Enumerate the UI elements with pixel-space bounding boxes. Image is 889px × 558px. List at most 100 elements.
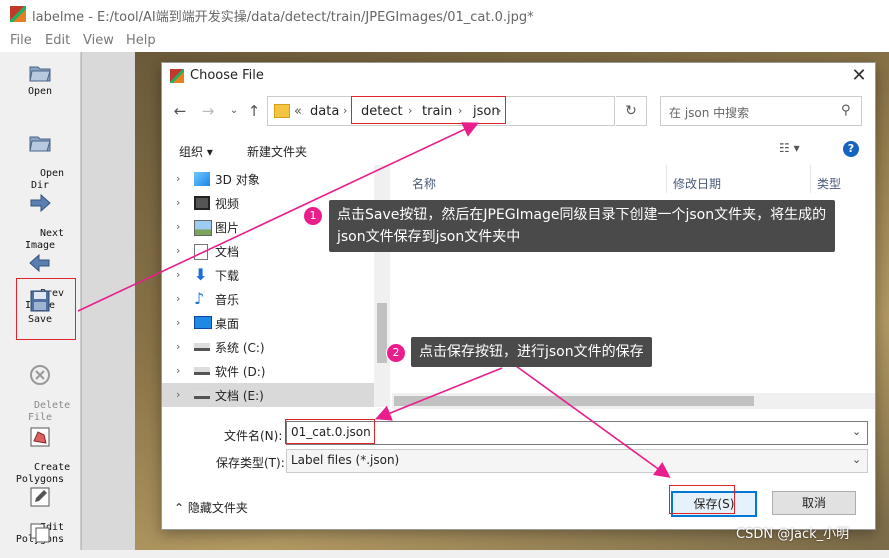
recent-chevron-icon[interactable]: ⌄ bbox=[224, 101, 244, 121]
nav-item-label: 桌面 bbox=[215, 317, 240, 331]
highlight-save-tool bbox=[16, 278, 76, 340]
chevron-right-icon: › bbox=[176, 268, 181, 281]
column-name[interactable]: 名称 bbox=[412, 175, 436, 192]
column-divider bbox=[810, 165, 811, 193]
highlight-save-button bbox=[669, 485, 735, 514]
step-callout-2: 点击保存按钮，进行json文件的保存 bbox=[411, 337, 652, 367]
column-divider bbox=[666, 165, 667, 193]
nav-item-label: 软件 (D:) bbox=[215, 365, 266, 379]
chevron-right-icon: › bbox=[176, 364, 181, 377]
nav-item-desktop[interactable]: › 桌面 bbox=[162, 311, 374, 335]
refresh-icon[interactable]: ↻ bbox=[616, 96, 647, 126]
watermark: CSDN @Jack_小明 bbox=[736, 527, 850, 542]
picture-icon bbox=[194, 220, 212, 236]
open-button[interactable]: Open bbox=[2, 62, 78, 98]
step-callout-1: 点击Save按钮，然后在JPEGImage同级目录下创建一个json文件夹，将生… bbox=[329, 200, 835, 252]
arrow-left-icon bbox=[29, 253, 50, 273]
copy-icon bbox=[30, 523, 50, 543]
column-modified[interactable]: 修改日期 bbox=[673, 175, 721, 192]
dialog-app-icon bbox=[170, 69, 184, 83]
music-icon: ♪ bbox=[194, 289, 205, 308]
back-arrow-icon[interactable]: ← bbox=[170, 101, 190, 121]
window-titlebar: labelme - E:/tool/AI端到端开发实操/data/detect/… bbox=[0, 0, 889, 28]
nav-item-label: 下载 bbox=[215, 269, 240, 283]
column-type[interactable]: 类型 bbox=[817, 175, 841, 192]
chevron-right-icon: › bbox=[176, 292, 181, 305]
help-icon[interactable]: ? bbox=[843, 141, 859, 157]
chevron-right-icon: › bbox=[176, 340, 181, 353]
search-placeholder: 在 json 中搜索 bbox=[669, 106, 750, 120]
step-badge-1: 1 bbox=[303, 206, 323, 226]
nav-item-label: 图片 bbox=[215, 221, 240, 235]
close-icon[interactable]: ✕ bbox=[848, 65, 870, 87]
nav-item-3d-objects[interactable]: › 3D 对象 bbox=[162, 167, 374, 191]
hide-folders-toggle[interactable]: ⌃ 隐藏文件夹 bbox=[174, 499, 248, 516]
cube-icon bbox=[194, 172, 210, 186]
up-arrow-icon[interactable]: ↑ bbox=[244, 101, 264, 121]
chevron-down-icon[interactable]: ⌄ bbox=[852, 425, 861, 438]
chevron-right-icon: › bbox=[176, 244, 181, 257]
chevron-down-icon[interactable]: ⌄ bbox=[852, 453, 861, 466]
dialog-title: Choose File bbox=[190, 68, 264, 83]
nav-item-drive-c[interactable]: › 系统 (C:) bbox=[162, 335, 374, 359]
filename-label: 文件名(N): bbox=[224, 429, 283, 443]
menu-help[interactable]: Help bbox=[126, 33, 156, 48]
nav-item-drive-e[interactable]: › 文档 (E:) bbox=[162, 383, 374, 407]
edit-icon bbox=[30, 487, 50, 507]
desktop-icon bbox=[194, 316, 212, 329]
folder-icon bbox=[274, 104, 290, 118]
nav-item-label: 文档 (E:) bbox=[215, 389, 264, 403]
organize-button[interactable]: 组织 ▾ bbox=[179, 143, 213, 160]
drive-icon bbox=[194, 367, 210, 375]
choose-file-dialog: Choose File ✕ ← → ⌄ ↑ « data › detect › … bbox=[161, 62, 876, 530]
open-label: Open bbox=[27, 86, 53, 97]
chevron-right-icon: › bbox=[176, 196, 181, 209]
new-folder-button[interactable]: 新建文件夹 bbox=[247, 143, 307, 160]
labelme-app-icon bbox=[10, 6, 26, 22]
nav-item-drive-d[interactable]: › 软件 (D:) bbox=[162, 359, 374, 383]
chevron-up-icon: ⌃ bbox=[174, 501, 185, 515]
step-badge-2: 2 bbox=[386, 343, 406, 363]
search-input[interactable]: 在 json 中搜索 ⚲ bbox=[660, 96, 862, 126]
drive-icon bbox=[194, 343, 210, 351]
nav-item-downloads[interactable]: › ⬇ 下载 bbox=[162, 263, 374, 287]
chevron-right-icon: › bbox=[176, 220, 181, 233]
window-title: labelme - E:/tool/AI端到端开发实操/data/detect/… bbox=[32, 10, 534, 25]
download-icon: ⬇ bbox=[194, 265, 208, 284]
view-options-icon[interactable]: ☷ ▾ bbox=[779, 141, 800, 155]
nav-item-label: 音乐 bbox=[215, 293, 240, 307]
document-icon bbox=[194, 244, 208, 260]
filetype-select[interactable]: Label files (*.json) ⌄ bbox=[286, 449, 868, 473]
command-bar: 组织 ▾ 新建文件夹 bbox=[162, 137, 875, 163]
nav-item-music[interactable]: › ♪ 音乐 bbox=[162, 287, 374, 311]
chevron-right-icon: › bbox=[176, 172, 181, 185]
hide-folders-label: 隐藏文件夹 bbox=[187, 501, 248, 515]
nav-item-label: 系统 (C:) bbox=[215, 341, 265, 355]
menu-edit[interactable]: Edit bbox=[45, 33, 70, 48]
chevron-right-icon: › bbox=[176, 316, 181, 329]
highlight-address-path bbox=[351, 96, 506, 124]
horizontal-scroll-thumb[interactable] bbox=[394, 396, 754, 406]
nav-item-label: 视频 bbox=[215, 197, 240, 211]
breadcrumb-data[interactable]: data bbox=[310, 104, 339, 119]
nav-item-label: 文档 bbox=[215, 245, 240, 259]
canvas-margin bbox=[81, 52, 136, 550]
menu-file[interactable]: File bbox=[10, 33, 32, 48]
more-tool-button[interactable] bbox=[2, 522, 78, 546]
cancel-button[interactable]: 取消 bbox=[772, 491, 856, 515]
drive-icon bbox=[194, 391, 210, 399]
polygon-icon bbox=[30, 427, 50, 447]
filetype-value: Label files (*.json) bbox=[291, 453, 400, 467]
video-icon bbox=[194, 196, 210, 210]
chevron-right-icon: › bbox=[176, 388, 181, 401]
breadcrumb-overflow[interactable]: « bbox=[294, 104, 302, 119]
search-icon[interactable]: ⚲ bbox=[841, 103, 851, 118]
arrow-right-icon bbox=[30, 193, 51, 213]
menu-view[interactable]: View bbox=[83, 33, 114, 48]
breadcrumb-separator: › bbox=[343, 104, 348, 117]
folder-open-icon bbox=[29, 66, 51, 82]
forward-arrow-icon[interactable]: → bbox=[198, 101, 218, 121]
filetype-label: 保存类型(T): bbox=[216, 456, 285, 470]
menu-bar: File Edit View Help bbox=[0, 28, 889, 52]
delete-icon bbox=[30, 365, 50, 385]
